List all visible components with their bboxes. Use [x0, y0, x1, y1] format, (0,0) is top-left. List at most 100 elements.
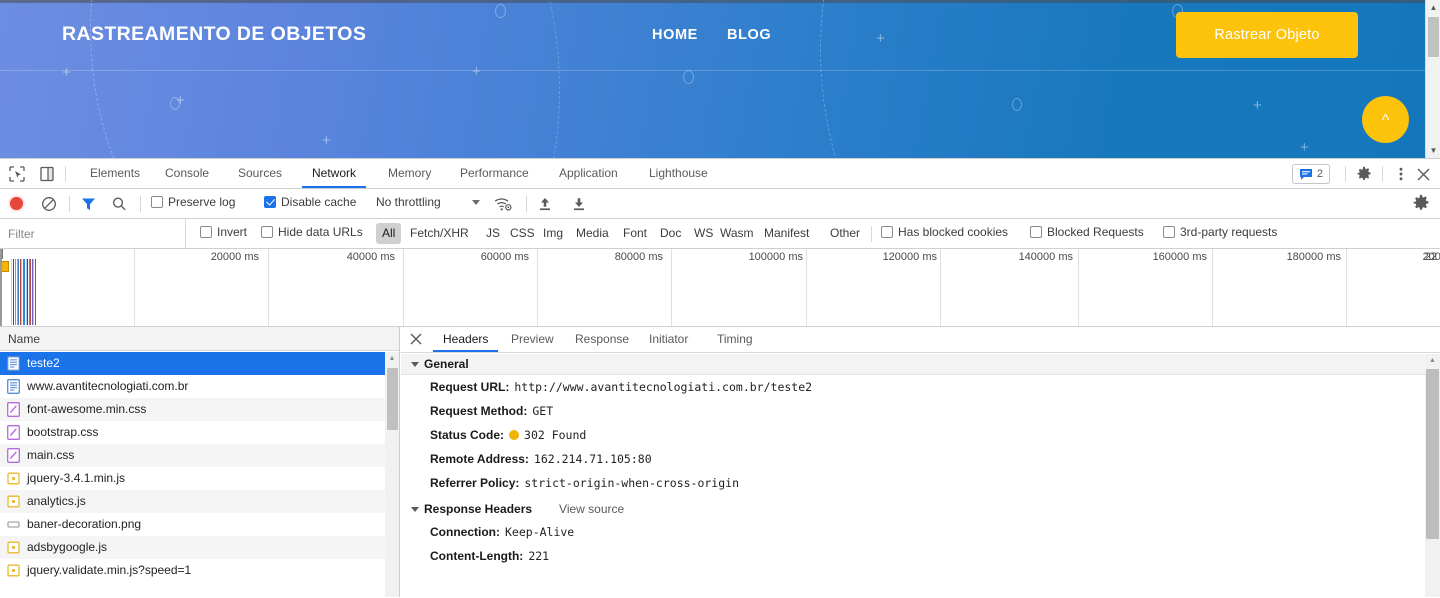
details-scrollbar[interactable]: ▲	[1425, 354, 1440, 597]
scroll-down-arrow-icon[interactable]: ▼	[1426, 143, 1440, 158]
details-tab-response[interactable]: Response	[565, 327, 639, 352]
requests-list: teste2 www.avantitecnologiati.com.br fon…	[0, 352, 399, 597]
download-har-icon[interactable]	[571, 196, 587, 215]
header-row-request-url: Request URL: http://www.avantitecnologia…	[401, 375, 1425, 399]
request-row-main-css[interactable]: main.css	[0, 444, 399, 467]
chevron-down-icon[interactable]	[472, 200, 480, 205]
more-vertical-icon[interactable]	[1390, 163, 1412, 185]
type-filter-wasm[interactable]: Wasm	[714, 223, 760, 244]
view-source-link[interactable]: View source	[559, 499, 624, 520]
request-row-font-awesome[interactable]: font-awesome.min.css	[0, 398, 399, 421]
network-overview-timeline[interactable]: 20000 ms 40000 ms 60000 ms 80000 ms 1000…	[0, 249, 1440, 327]
scroll-up-arrow-icon[interactable]: ▲	[1425, 354, 1440, 368]
track-object-button[interactable]: Rastrear Objeto	[1176, 12, 1358, 58]
request-row-bootstrap[interactable]: bootstrap.css	[0, 421, 399, 444]
overview-gridlines: 20000 ms 40000 ms 60000 ms 80000 ms 1000…	[0, 249, 1440, 326]
type-filter-fetch-xhr[interactable]: Fetch/XHR	[404, 223, 475, 244]
has-blocked-cookies-label: Has blocked cookies	[898, 225, 1009, 239]
scroll-to-top-button[interactable]: ^	[1362, 96, 1409, 143]
type-filter-media[interactable]: Media	[570, 223, 615, 244]
issues-badge[interactable]: 2	[1291, 164, 1330, 184]
request-row-host[interactable]: www.avantitecnologiati.com.br	[0, 375, 399, 398]
preserve-log-checkbox[interactable]: Preserve log	[151, 195, 235, 209]
nav-link-blog[interactable]: BLOG	[727, 27, 771, 43]
requests-column-header-name[interactable]: Name	[0, 327, 399, 351]
third-party-requests-checkbox[interactable]: 3rd-party requests	[1163, 225, 1277, 239]
tab-network[interactable]: Network	[302, 159, 367, 188]
general-section-header[interactable]: General	[401, 354, 1425, 375]
device-toolbar-icon[interactable]	[37, 164, 59, 184]
request-row-teste2[interactable]: teste2	[0, 352, 399, 375]
scrollbar-thumb[interactable]	[1426, 369, 1439, 539]
response-headers-section-header[interactable]: Response Headers View source	[401, 499, 1425, 520]
header-row-referrer-policy: Referrer Policy: strict-origin-when-cros…	[401, 471, 1425, 495]
scrollbar-thumb[interactable]	[387, 368, 398, 430]
network-settings-gear-icon[interactable]	[1412, 194, 1430, 215]
hide-data-urls-checkbox[interactable]: Hide data URLs	[261, 225, 363, 239]
scroll-up-arrow-icon[interactable]: ▲	[1426, 0, 1440, 15]
nav-link-home[interactable]: HOME	[652, 27, 698, 43]
invert-checkbox[interactable]: Invert	[200, 225, 247, 239]
type-filter-font[interactable]: Font	[617, 223, 653, 244]
scroll-up-arrow-icon[interactable]: ▲	[385, 352, 399, 366]
details-tab-headers[interactable]: Headers	[433, 327, 499, 352]
search-icon[interactable]	[111, 196, 128, 212]
details-tab-preview[interactable]: Preview	[501, 327, 564, 352]
document-icon	[7, 356, 20, 371]
type-filter-img[interactable]: Img	[537, 223, 569, 244]
header-key: Status Code:	[430, 428, 505, 442]
checkbox-box[interactable]	[1030, 226, 1042, 238]
requests-scrollbar[interactable]: ▲	[385, 352, 399, 597]
request-name: baner-decoration.png	[27, 517, 142, 531]
upload-har-icon[interactable]	[537, 196, 553, 215]
request-row-adsbygoogle[interactable]: adsbygoogle.js	[0, 536, 399, 559]
checkbox-box[interactable]	[1163, 226, 1175, 238]
inspect-element-icon[interactable]	[7, 164, 29, 184]
request-row-jquery[interactable]: jquery-3.4.1.min.js	[0, 467, 399, 490]
header-value: strict-origin-when-cross-origin	[524, 476, 740, 490]
tab-lighthouse[interactable]: Lighthouse	[639, 159, 718, 188]
request-row-analytics[interactable]: analytics.js	[0, 490, 399, 513]
close-icon[interactable]	[1412, 163, 1434, 185]
type-filter-all[interactable]: All	[376, 223, 402, 244]
tab-elements[interactable]: Elements	[80, 159, 150, 188]
tab-application[interactable]: Application	[549, 159, 628, 188]
request-row-baner-decoration[interactable]: baner-decoration.png	[0, 513, 399, 536]
close-details-icon[interactable]	[409, 332, 425, 348]
devtools-tabbar-actions: 2	[1291, 159, 1434, 189]
page-vertical-scrollbar[interactable]: ▲ ▼	[1425, 0, 1440, 158]
disable-cache-checkbox[interactable]: Disable cache	[264, 195, 356, 209]
clear-prohibited-icon[interactable]	[41, 196, 57, 212]
overview-tick-40000: 40000 ms	[346, 251, 395, 263]
checkbox-box[interactable]	[151, 196, 163, 208]
type-filter-doc[interactable]: Doc	[654, 223, 687, 244]
overview-tick-60000: 60000 ms	[480, 251, 529, 263]
blocked-requests-checkbox[interactable]: Blocked Requests	[1030, 225, 1144, 239]
record-circle-icon[interactable]	[9, 196, 25, 212]
checkbox-box[interactable]	[200, 226, 212, 238]
funnel-filter-icon[interactable]	[80, 196, 97, 212]
checkbox-box[interactable]	[881, 226, 893, 238]
gear-icon[interactable]	[1353, 163, 1375, 185]
type-filter-js[interactable]: JS	[480, 223, 506, 244]
type-filter-other[interactable]: Other	[824, 223, 866, 244]
details-tab-timing[interactable]: Timing	[707, 327, 763, 352]
network-conditions-icon[interactable]	[494, 196, 512, 215]
tab-performance[interactable]: Performance	[450, 159, 539, 188]
deco-ring	[683, 70, 694, 84]
overview-left-handle[interactable]	[0, 249, 2, 326]
network-filter-bar: Invert Hide data URLs All Fetch/XHR JS C…	[0, 219, 1440, 249]
request-row-jquery-validate[interactable]: jquery.validate.min.js?speed=1	[0, 559, 399, 582]
tab-memory[interactable]: Memory	[378, 159, 441, 188]
has-blocked-cookies-checkbox[interactable]: Has blocked cookies	[881, 225, 1008, 239]
type-filter-manifest[interactable]: Manifest	[758, 223, 815, 244]
tab-console[interactable]: Console	[155, 159, 219, 188]
throttling-select[interactable]: No throttling	[376, 195, 441, 209]
scrollbar-thumb[interactable]	[1428, 17, 1439, 57]
checkbox-box[interactable]	[261, 226, 273, 238]
filter-input[interactable]	[0, 219, 186, 248]
checkbox-box-checked[interactable]	[264, 196, 276, 208]
details-tab-initiator[interactable]: Initiator	[639, 327, 698, 352]
type-filter-css[interactable]: CSS	[504, 223, 541, 244]
tab-sources[interactable]: Sources	[228, 159, 292, 188]
